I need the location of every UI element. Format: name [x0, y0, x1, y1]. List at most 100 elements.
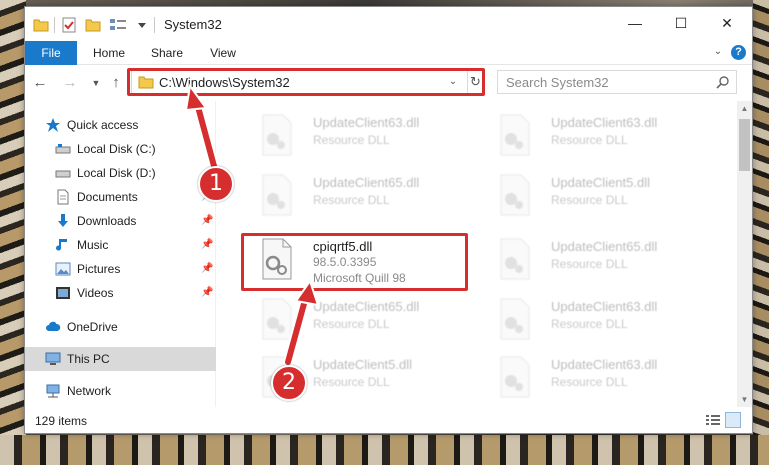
- file-description: Resource DLL: [551, 317, 628, 331]
- file-description: Resource DLL: [551, 193, 628, 207]
- back-button[interactable]: ←: [31, 74, 49, 92]
- pin-icon[interactable]: 📌: [201, 209, 213, 233]
- sidebar-item-label: Downloads: [77, 214, 137, 228]
- help-icon[interactable]: ?: [731, 45, 746, 60]
- dll-file-icon: [500, 356, 530, 398]
- close-button[interactable]: ✕: [704, 7, 750, 39]
- background-right: [753, 0, 769, 465]
- sidebar-item-label: Pictures: [77, 262, 121, 276]
- video-icon: [56, 287, 70, 299]
- dll-file-icon: [262, 114, 292, 156]
- network-icon: [46, 384, 60, 398]
- sidebar-item-network[interactable]: Network: [25, 379, 216, 403]
- drive-icon: [55, 144, 71, 154]
- file-name: UpdateClient63.dll: [551, 357, 658, 372]
- file-item[interactable]: UpdateClient5.dll Resource DLL: [479, 169, 709, 221]
- details-view-icon[interactable]: [705, 413, 721, 427]
- dll-file-icon: [500, 238, 530, 280]
- file-description: Resource DLL: [551, 257, 628, 271]
- sidebar-item-local-disk-c[interactable]: Local Disk (C:): [25, 137, 216, 161]
- sidebar-item-quick-access[interactable]: Quick access: [25, 113, 216, 137]
- sidebar-item-videos[interactable]: Videos 📌: [25, 281, 216, 305]
- file-name: UpdateClient63.dll: [313, 115, 420, 130]
- file-item[interactable]: UpdateClient63.dll Resource DLL: [241, 109, 471, 161]
- pin-icon[interactable]: 📌: [201, 257, 213, 281]
- sidebar-item-label: This PC: [67, 352, 110, 366]
- scroll-down-icon[interactable]: ▼: [737, 392, 752, 407]
- file-name: UpdateClient63.dll: [551, 115, 658, 130]
- file-item[interactable]: UpdateClient63.dll Resource DLL: [479, 351, 709, 403]
- sidebar-item-label: Videos: [77, 286, 114, 300]
- tab-share[interactable]: Share: [143, 41, 191, 65]
- sidebar-item-pictures[interactable]: Pictures 📌: [25, 257, 216, 281]
- recent-locations-icon[interactable]: ▼: [87, 74, 105, 92]
- tab-file[interactable]: File: [25, 41, 77, 65]
- picture-icon: [55, 262, 71, 276]
- star-icon: [46, 118, 60, 132]
- pin-icon[interactable]: 📌: [201, 281, 213, 305]
- view-options-icon[interactable]: [109, 17, 127, 33]
- quick-access-separator: [54, 17, 55, 33]
- sidebar-item-label: Local Disk (C:): [77, 142, 156, 156]
- dll-file-icon: [262, 298, 292, 340]
- large-icons-view-icon[interactable]: [725, 412, 741, 428]
- minimize-button[interactable]: —: [612, 7, 658, 39]
- file-description: Resource DLL: [313, 133, 390, 147]
- sidebar-item-onedrive[interactable]: OneDrive: [25, 315, 216, 339]
- explorer-window: System32 — ☐ ✕ File Home Share View ⌄ ? …: [24, 6, 753, 434]
- sidebar-item-this-pc[interactable]: This PC: [25, 347, 216, 371]
- pin-icon[interactable]: 📌: [201, 233, 213, 257]
- file-item[interactable]: UpdateClient65.dll Resource DLL: [241, 169, 471, 221]
- document-icon: [57, 189, 69, 205]
- up-button[interactable]: ↑: [107, 74, 125, 92]
- computer-icon: [45, 352, 61, 365]
- file-description: Resource DLL: [313, 193, 390, 207]
- tab-home[interactable]: Home: [85, 41, 133, 65]
- vertical-scrollbar[interactable]: ▲ ▼: [737, 101, 752, 407]
- sidebar-item-documents[interactable]: Documents 📌: [25, 185, 216, 209]
- search-box[interactable]: Search System32: [497, 70, 737, 94]
- scrollbar-thumb[interactable]: [739, 119, 750, 171]
- dll-file-icon: [262, 174, 292, 216]
- file-item[interactable]: UpdateClient65.dll Resource DLL: [479, 233, 709, 285]
- new-folder-icon[interactable]: [85, 17, 101, 33]
- title-bar: System32 — ☐ ✕: [25, 7, 752, 41]
- step-marker-1: 1: [198, 166, 234, 202]
- customize-toolbar-icon[interactable]: [137, 17, 147, 33]
- tab-view[interactable]: View: [201, 41, 245, 65]
- download-icon: [58, 214, 68, 227]
- drive-icon: [55, 170, 71, 178]
- search-input[interactable]: Search System32: [506, 75, 609, 90]
- ribbon-tabs: File Home Share View ⌄ ?: [25, 41, 752, 65]
- file-name: UpdateClient65.dll: [551, 239, 658, 254]
- file-item[interactable]: UpdateClient63.dll Resource DLL: [479, 109, 709, 161]
- file-name: UpdateClient65.dll: [313, 299, 420, 314]
- title-separator: [154, 17, 155, 33]
- file-description: Resource DLL: [551, 133, 628, 147]
- step-marker-2: 2: [271, 365, 307, 401]
- sidebar-item-label: OneDrive: [67, 320, 118, 334]
- item-count: 129 items: [35, 414, 88, 428]
- navigation-bar: ← → ▼ ↑ C:\Windows\System32 ⌄ ↻ Search S…: [25, 66, 752, 100]
- address-highlight: [127, 68, 485, 96]
- dll-file-icon: [500, 174, 530, 216]
- sidebar-item-downloads[interactable]: Downloads 📌: [25, 209, 216, 233]
- scroll-up-icon[interactable]: ▲: [737, 101, 752, 116]
- expand-ribbon-icon[interactable]: ⌄: [711, 46, 725, 60]
- file-name: UpdateClient5.dll: [551, 175, 651, 190]
- file-name: UpdateClient5.dll: [313, 357, 413, 372]
- file-item[interactable]: UpdateClient65.dll Resource DLL: [241, 293, 471, 345]
- status-bar: 129 items: [25, 408, 752, 433]
- sidebar-item-music[interactable]: Music 📌: [25, 233, 216, 257]
- navigation-pane: Quick access Local Disk (C:) Local Disk …: [25, 101, 216, 407]
- cloud-icon: [46, 321, 61, 331]
- file-item[interactable]: UpdateClient63.dll Resource DLL: [479, 293, 709, 345]
- forward-button[interactable]: →: [61, 74, 79, 92]
- folder-icon[interactable]: [33, 17, 49, 33]
- sidebar-item-label: Local Disk (D:): [77, 166, 156, 180]
- properties-icon[interactable]: [61, 17, 77, 33]
- sidebar-item-local-disk-d[interactable]: Local Disk (D:): [25, 161, 216, 185]
- background-left: [0, 0, 26, 465]
- maximize-button[interactable]: ☐: [658, 7, 704, 39]
- dll-file-icon: [500, 298, 530, 340]
